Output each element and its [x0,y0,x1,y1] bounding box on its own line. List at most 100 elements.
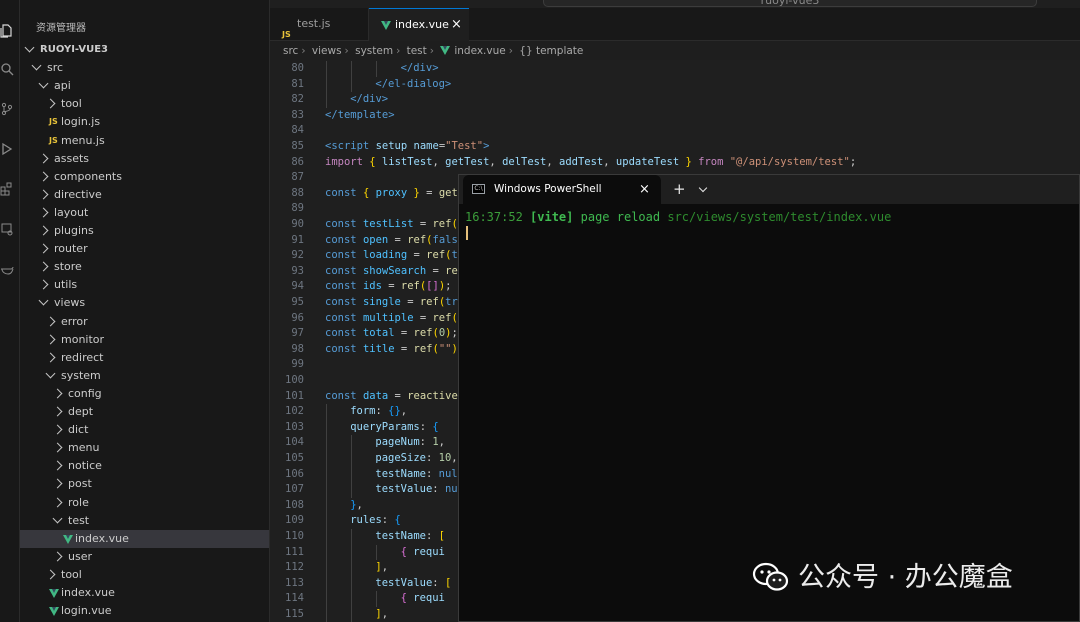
code-token: single [362,296,401,308]
tab-test-js[interactable]: JS test.js [270,8,369,40]
chevron-right-icon: › [508,45,513,57]
code-text: pageSize: 10, [375,451,457,467]
extensions-icon[interactable] [0,182,14,196]
tree-folder[interactable]: notice [20,457,269,475]
tree-folder[interactable]: test [20,512,269,530]
tree-item-label: post [68,477,92,491]
code-text: const loading = ref(t [325,248,458,264]
tree-file[interactable]: JS menu.js [20,132,269,150]
line-number: 85 [291,140,304,152]
tree-folder[interactable]: tool [20,566,269,584]
code-token: </div> [400,62,439,74]
breadcrumb-item[interactable]: system [355,45,393,57]
breadcrumb-item[interactable]: test [407,45,427,57]
explorer-icon[interactable] [0,24,14,38]
code-token: { [400,545,414,558]
docker-icon[interactable] [0,262,14,276]
tree-file[interactable]: index.vue [20,529,269,548]
new-tab-button[interactable]: + [673,175,686,204]
tree-folder[interactable]: dept [20,403,269,421]
breadcrumb-item[interactable]: {} template [519,45,583,57]
run-debug-icon[interactable] [0,142,14,156]
tree-file[interactable]: login.vue [20,602,269,620]
indent-guide [326,513,327,529]
tree-folder[interactable]: store [20,258,269,276]
breadcrumb-item[interactable]: index.vue [454,45,505,57]
code-text: </div> [350,92,388,108]
tree-folder[interactable]: directive [20,186,269,204]
log-message: page reload [580,210,661,224]
indent-guide [326,482,327,498]
code-text: ], [375,607,388,622]
chevron-right-icon [38,153,49,164]
close-icon[interactable]: × [451,9,462,41]
close-icon[interactable]: × [639,175,650,204]
chevron-down-icon [52,513,63,524]
tree-folder[interactable]: api [20,77,269,95]
code-token: addTest [559,155,604,168]
breadcrumb-item[interactable]: views [312,45,342,57]
tree-folder[interactable]: assets [20,150,269,168]
indent-guide [326,529,327,545]
code-token: const [325,233,363,246]
tree-folder[interactable]: router [20,240,269,258]
tree-folder[interactable]: role [20,494,269,512]
log-time: 16:37:52 [465,210,523,224]
code-token: </el-dialog> [375,77,452,90]
tree-folder[interactable]: system [20,367,269,385]
tree-folder[interactable]: config [20,385,269,403]
line-number: 94 [291,280,304,293]
code-text: const data = reactive [325,389,458,405]
tree-folder[interactable]: user [20,548,269,566]
tree-folder[interactable]: components [20,168,269,186]
line-number: 95 [291,296,304,308]
chevron-down-icon[interactable] [698,183,708,193]
tree-folder[interactable]: menu [20,439,269,457]
tree-folder[interactable]: views [20,294,269,312]
tree-item-label: login.js [61,115,101,129]
code-token: = [394,327,414,340]
tree-folder[interactable]: utils [20,276,269,294]
code-token: testValue [375,483,433,496]
command-center-search[interactable]: ruoyi-vue3 [543,0,1037,7]
code-token: const [325,218,363,230]
tree-item-label: layout [54,205,89,219]
terminal-tab[interactable]: C:\ Windows PowerShell × [463,175,661,204]
indent-guide [351,591,353,607]
code-token: ref [400,280,420,293]
activity-bar [0,0,20,622]
tree-folder[interactable]: post [20,475,269,493]
testing-icon[interactable] [0,222,14,236]
code-token: const [325,327,363,340]
tab-label: test.js [297,17,331,30]
tree-folder[interactable]: layout [20,204,269,222]
line-number: 91 [291,233,304,246]
indent-guide [351,76,353,93]
code-token: rules [350,514,382,527]
code-token: } [407,186,420,199]
tree-file[interactable]: JS login.js [20,113,269,131]
indent-guide [351,607,353,622]
tree-folder[interactable]: dict [20,421,269,439]
code-token: ref [419,296,439,308]
code-token: const [325,296,363,308]
tree-item-label: tool [61,567,82,581]
tree-folder[interactable]: redirect [20,349,269,367]
tree-folder[interactable]: tool [20,95,269,113]
source-control-icon[interactable] [0,102,14,116]
search-icon[interactable] [0,62,14,76]
tree-folder[interactable]: error [20,313,269,331]
code-text: const ids = ref([]); [325,279,451,295]
code-token: const [325,264,363,277]
explorer-root[interactable]: RUOYI-VUE3 [20,41,269,59]
tree-file[interactable]: index.vue [20,584,269,602]
line-number: 93 [291,264,304,277]
line-number: 97 [291,327,304,340]
powershell-icon: C:\ [472,184,485,194]
tree-folder[interactable]: src [20,59,269,77]
tree-folder[interactable]: plugins [20,222,269,240]
breadcrumb-item[interactable]: src [283,45,298,57]
tab-index-vue[interactable]: index.vue × [369,8,469,41]
indent-guide [326,560,327,576]
tree-folder[interactable]: monitor [20,331,269,349]
